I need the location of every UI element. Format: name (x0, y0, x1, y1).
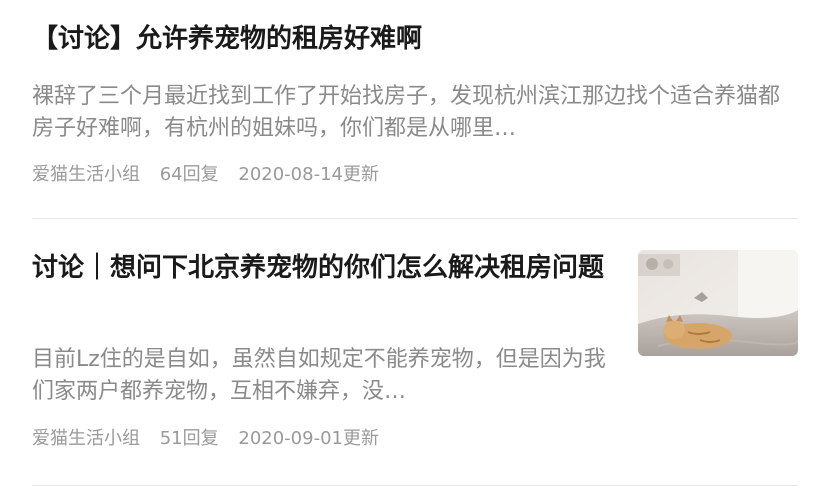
reply-count: 64回复 (159, 164, 219, 185)
post-title[interactable]: 【讨论】允许养宠物的租房好难啊 (32, 20, 802, 58)
post-thumbnail[interactable] (638, 250, 798, 356)
post-item[interactable]: 【讨论】允许养宠物的租房好难啊 裸辞了三个月最近找到工作了开始找房子，发现杭州滨… (0, 0, 828, 218)
post-item[interactable]: 讨论｜想问下北京养宠物的你们怎么解决租房问题 目前Lz住的是自如，虽然自如规定不… (0, 219, 828, 485)
post-meta: 爱猫生活小组 51回复 2020-09-01更新 (32, 426, 379, 452)
group-name[interactable]: 爱猫生活小组 (32, 164, 140, 185)
updated-date: 2020-08-14更新 (238, 164, 379, 185)
updated-date: 2020-09-01更新 (238, 428, 379, 449)
reply-count: 51回复 (159, 428, 219, 449)
post-meta: 爱猫生活小组 64回复 2020-08-14更新 (32, 162, 379, 188)
divider (32, 485, 798, 486)
post-excerpt: 裸辞了三个月最近找到工作了开始找房子，发现杭州滨江那边找个适合养猫都房子好难啊，… (32, 84, 781, 141)
cat-photo-icon (638, 250, 798, 356)
post-title[interactable]: 讨论｜想问下北京养宠物的你们怎么解决租房问题 (32, 249, 622, 287)
post-excerpt: 目前Lz住的是自如，虽然自如规定不能养宠物，但是因为我们家两户都养宠物，互相不嫌… (32, 347, 606, 404)
group-name[interactable]: 爱猫生活小组 (32, 428, 140, 449)
